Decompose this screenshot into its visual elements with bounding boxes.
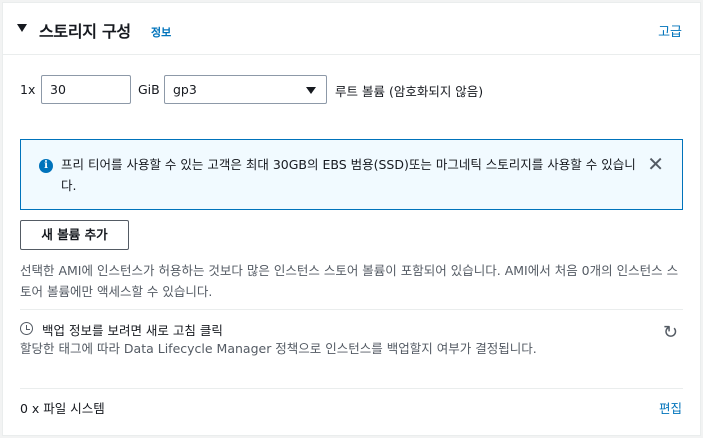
panel-title: 스토리지 구성 [39,22,131,41]
close-icon[interactable]: ✕ [647,154,664,174]
size-unit-label: GiB [138,82,160,97]
storage-config-panel: 스토리지 구성 정보 고급 1x 30 GiB gp3 루트 볼륨 (암호화되지… [2,2,701,436]
volume-count-label: 1x [20,82,36,97]
volume-row: 1x 30 GiB gp3 루트 볼륨 (암호화되지 않음) [3,75,700,105]
free-tier-alert: i 프리 티어를 사용할 수 있는 고객은 최대 30GB의 EBS 범용(SS… [20,139,683,210]
edit-filesystems-link[interactable]: 편집 [659,398,682,417]
info-link[interactable]: 정보 [151,24,171,40]
refresh-icon[interactable]: ↻ [663,324,678,342]
info-icon: i [39,159,53,173]
add-volume-button[interactable]: 새 볼륨 추가 [20,220,129,250]
panel-header: 스토리지 구성 정보 고급 [3,3,700,55]
filesystems-label: 0 x 파일 시스템 [20,401,105,416]
alert-text: 프리 티어를 사용할 수 있는 고객은 최대 30GB의 EBS 범용(SSD)… [61,157,636,193]
backup-description: 할당한 태그에 따라 Data Lifecycle Manager 정책으로 인… [20,341,537,356]
volume-type-value: gp3 [173,82,197,97]
backup-title: 백업 정보를 보려면 새로 고침 클릭 [42,323,223,338]
volume-size-input[interactable]: 30 [41,75,131,104]
caret-down-icon[interactable] [17,24,27,32]
divider [20,388,683,389]
volume-type-select[interactable]: gp3 [164,75,327,104]
chevron-down-icon [306,87,316,94]
clock-icon [20,322,33,335]
divider [20,309,683,310]
instance-store-note: 선택한 AMI에 인스턴스가 허용하는 것보다 많은 인스턴스 스토어 볼륨이 … [20,263,679,299]
advanced-link[interactable]: 고급 [658,21,682,40]
root-volume-label: 루트 볼륨 (암호화되지 않음) [335,84,484,99]
